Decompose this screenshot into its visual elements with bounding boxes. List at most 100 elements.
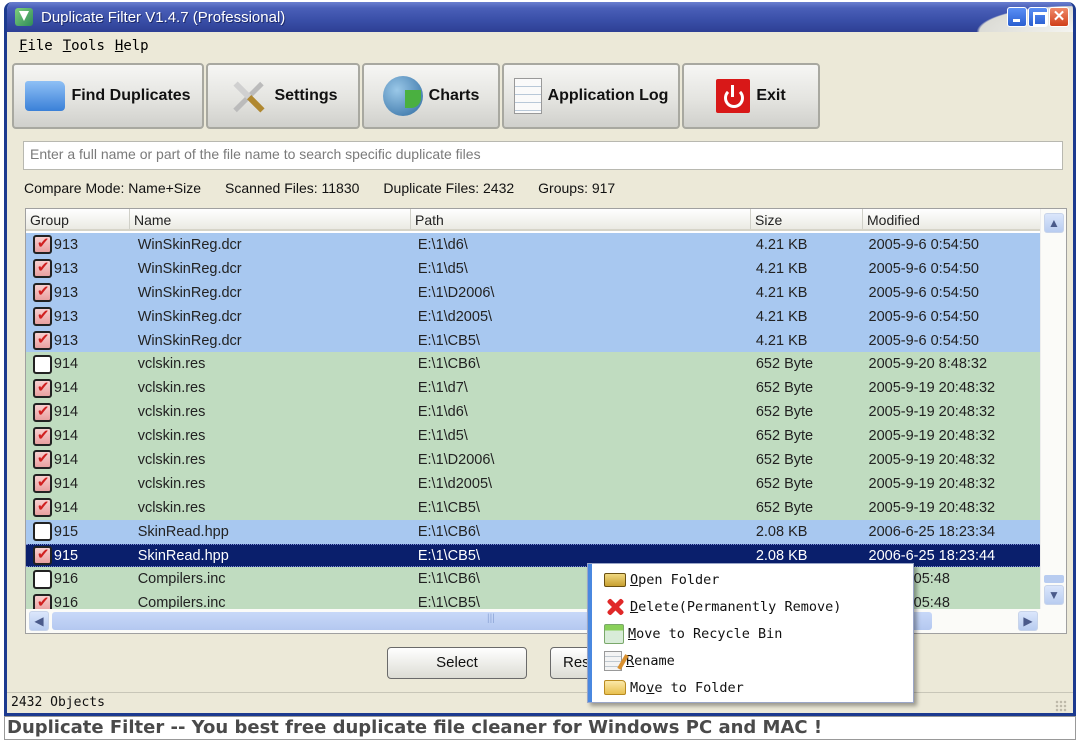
cell-name: WinSkinReg.dcr bbox=[137, 284, 242, 301]
checkbox-checked[interactable] bbox=[32, 378, 52, 398]
row-checkbox[interactable] bbox=[26, 449, 52, 470]
charts-button[interactable]: Charts bbox=[362, 63, 500, 129]
scroll-right-button[interactable]: ▶ bbox=[1018, 611, 1038, 631]
table-row[interactable]: 913 WinSkinReg.dcr E:\1\d2005\ 4.21 KB 2005-… bbox=[26, 304, 1040, 329]
checkbox-checked[interactable] bbox=[32, 306, 52, 327]
checkbox-checked[interactable] bbox=[32, 282, 52, 303]
recycle-bin-icon bbox=[604, 623, 624, 644]
checkbox-checked[interactable] bbox=[32, 330, 52, 350]
checkbox-checked[interactable] bbox=[32, 258, 52, 279]
checkbox-unchecked[interactable] bbox=[32, 569, 52, 589]
menu-move-to-folder[interactable]: Mo v e to Folder bbox=[588, 674, 913, 701]
minimize-button[interactable] bbox=[1007, 7, 1027, 27]
scroll-down-button[interactable]: ▼ bbox=[1044, 585, 1064, 605]
cell-modified: 2005-9-19 20:48:32 bbox=[868, 428, 996, 445]
cell-group: 913 bbox=[53, 236, 79, 253]
checkbox-checked[interactable] bbox=[32, 497, 52, 518]
scroll-up-button[interactable]: ▲ bbox=[1044, 213, 1064, 233]
table-row[interactable]: 913 WinSkinReg.dcr E:\1\D2006\ 4.21 KB 2005-… bbox=[26, 280, 1040, 305]
select-button[interactable]: Select bbox=[387, 647, 527, 679]
rename-icon bbox=[604, 650, 622, 671]
cell-group: 914 bbox=[53, 356, 79, 373]
checkbox-unchecked[interactable] bbox=[32, 522, 52, 542]
column-name[interactable]: Name bbox=[130, 209, 411, 229]
row-checkbox[interactable] bbox=[26, 378, 52, 398]
row-checkbox[interactable] bbox=[26, 282, 52, 303]
checkbox-checked[interactable] bbox=[32, 426, 52, 446]
row-checkbox[interactable] bbox=[26, 306, 52, 327]
scroll-thumb[interactable] bbox=[1044, 575, 1064, 583]
cell-group: 914 bbox=[53, 499, 79, 516]
row-checkbox[interactable] bbox=[26, 545, 52, 566]
object-count: 2432 Objects bbox=[11, 695, 105, 710]
menu-file[interactable]: File bbox=[19, 38, 53, 54]
cell-group: 915 bbox=[53, 547, 79, 564]
groups-count: Groups: 917 bbox=[538, 180, 616, 196]
menu-label: ename bbox=[634, 652, 675, 669]
row-checkbox[interactable] bbox=[26, 402, 52, 422]
menu-accel: D bbox=[630, 598, 639, 615]
vertical-scrollbar[interactable]: ▲ ▼ bbox=[1040, 209, 1066, 609]
checkbox-checked[interactable] bbox=[32, 473, 52, 494]
menu-delete-permanently[interactable]: Delete(Permanently Remove) bbox=[588, 593, 913, 620]
resize-grip[interactable] bbox=[1055, 700, 1067, 712]
table-row[interactable]: 913 WinSkinReg.dcr E:\1\d5\ 4.21 KB 2005-9-6… bbox=[26, 256, 1040, 281]
title-bar[interactable]: Duplicate Filter V1.4.7 (Professional) ✕ bbox=[7, 2, 1073, 32]
menu-help[interactable]: Help bbox=[115, 38, 149, 54]
row-checkbox[interactable] bbox=[26, 522, 52, 542]
checkbox-checked[interactable] bbox=[32, 234, 52, 255]
cell-group: 914 bbox=[53, 475, 79, 492]
settings-button[interactable]: Settings bbox=[206, 63, 360, 129]
find-duplicates-button[interactable]: Find Duplicates bbox=[12, 63, 204, 129]
row-checkbox[interactable] bbox=[26, 593, 52, 609]
menu-tools[interactable]: Tools bbox=[63, 38, 105, 54]
search-input[interactable]: Enter a full name or part of the file na… bbox=[23, 141, 1063, 170]
row-checkbox[interactable] bbox=[26, 330, 52, 350]
scroll-left-button[interactable]: ◀ bbox=[29, 611, 49, 631]
cell-modified: 2006-6-25 18:23:44 bbox=[868, 547, 996, 564]
table-row[interactable]: 914 vclskin.res E:\1\CB6\ 652 Byte 2005-9-20… bbox=[26, 352, 1040, 377]
column-group[interactable]: Group bbox=[26, 209, 130, 229]
row-checkbox[interactable] bbox=[26, 473, 52, 494]
checkbox-unchecked[interactable] bbox=[32, 354, 52, 374]
table-row[interactable]: 915 SkinRead.hpp E:\1\CB6\ 2.08 KB 2006-6-25… bbox=[26, 519, 1040, 544]
table-row[interactable]: 913 WinSkinReg.dcr E:\1\d6\ 4.21 KB 2005-9-6… bbox=[26, 233, 1040, 257]
table-row[interactable]: 914 vclskin.res E:\1\d6\ 652 Byte 2005-9-19 … bbox=[26, 400, 1040, 425]
row-checkbox[interactable] bbox=[26, 426, 52, 446]
checkbox-checked[interactable] bbox=[32, 402, 52, 422]
column-size[interactable]: Size bbox=[751, 209, 863, 229]
table-row[interactable]: 914 vclskin.res E:\1\CB5\ 652 Byte 2005-9-19… bbox=[26, 495, 1040, 520]
menu-rename[interactable]: Rename bbox=[588, 647, 913, 674]
menu-label: e to Folder bbox=[654, 679, 744, 696]
cell-size: 4.21 KB bbox=[755, 308, 808, 325]
menu-accel: T bbox=[62, 38, 72, 54]
row-checkbox[interactable] bbox=[26, 497, 52, 518]
menu-accel: O bbox=[630, 571, 639, 588]
close-button[interactable]: ✕ bbox=[1049, 7, 1069, 27]
table-row[interactable]: 913 WinSkinReg.dcr E:\1\CB5\ 4.21 KB 2005-9-… bbox=[26, 328, 1040, 353]
cell-name: vclskin.res bbox=[137, 475, 206, 492]
row-checkbox[interactable] bbox=[26, 354, 52, 374]
table-row[interactable]: 914 vclskin.res E:\1\d7\ 652 Byte 2005-9-19 … bbox=[26, 376, 1040, 401]
column-modified[interactable]: Modified bbox=[863, 209, 1040, 229]
menu-open-folder[interactable]: Open Folder bbox=[588, 566, 913, 593]
app-logo-icon bbox=[15, 8, 33, 26]
cell-path: E:\1\d6\ bbox=[417, 236, 468, 253]
table-row[interactable]: 914 vclskin.res E:\1\d5\ 652 Byte 2005-9-19 … bbox=[26, 424, 1040, 449]
cell-group: 915 bbox=[53, 523, 79, 540]
application-log-button[interactable]: Application Log bbox=[502, 63, 680, 129]
table-row[interactable]: 914 vclskin.res E:\1\d2005\ 652 Byte 2005-9-… bbox=[26, 471, 1040, 496]
checkbox-checked[interactable] bbox=[32, 449, 52, 470]
checkbox-checked[interactable] bbox=[32, 593, 52, 609]
row-checkbox[interactable] bbox=[26, 258, 52, 279]
cell-modified: 2006-6-25 18:23:34 bbox=[868, 523, 996, 540]
exit-button[interactable]: Exit bbox=[682, 63, 820, 129]
folder-icon bbox=[25, 81, 66, 111]
column-path[interactable]: Path bbox=[411, 209, 751, 229]
row-checkbox[interactable] bbox=[26, 569, 52, 589]
maximize-button[interactable] bbox=[1028, 7, 1048, 27]
menu-move-to-recycle-bin[interactable]: Move to Recycle Bin bbox=[588, 620, 913, 647]
row-checkbox[interactable] bbox=[26, 234, 52, 255]
table-row[interactable]: 914 vclskin.res E:\1\D2006\ 652 Byte 2005-9-… bbox=[26, 448, 1040, 472]
checkbox-checked[interactable] bbox=[32, 545, 52, 566]
